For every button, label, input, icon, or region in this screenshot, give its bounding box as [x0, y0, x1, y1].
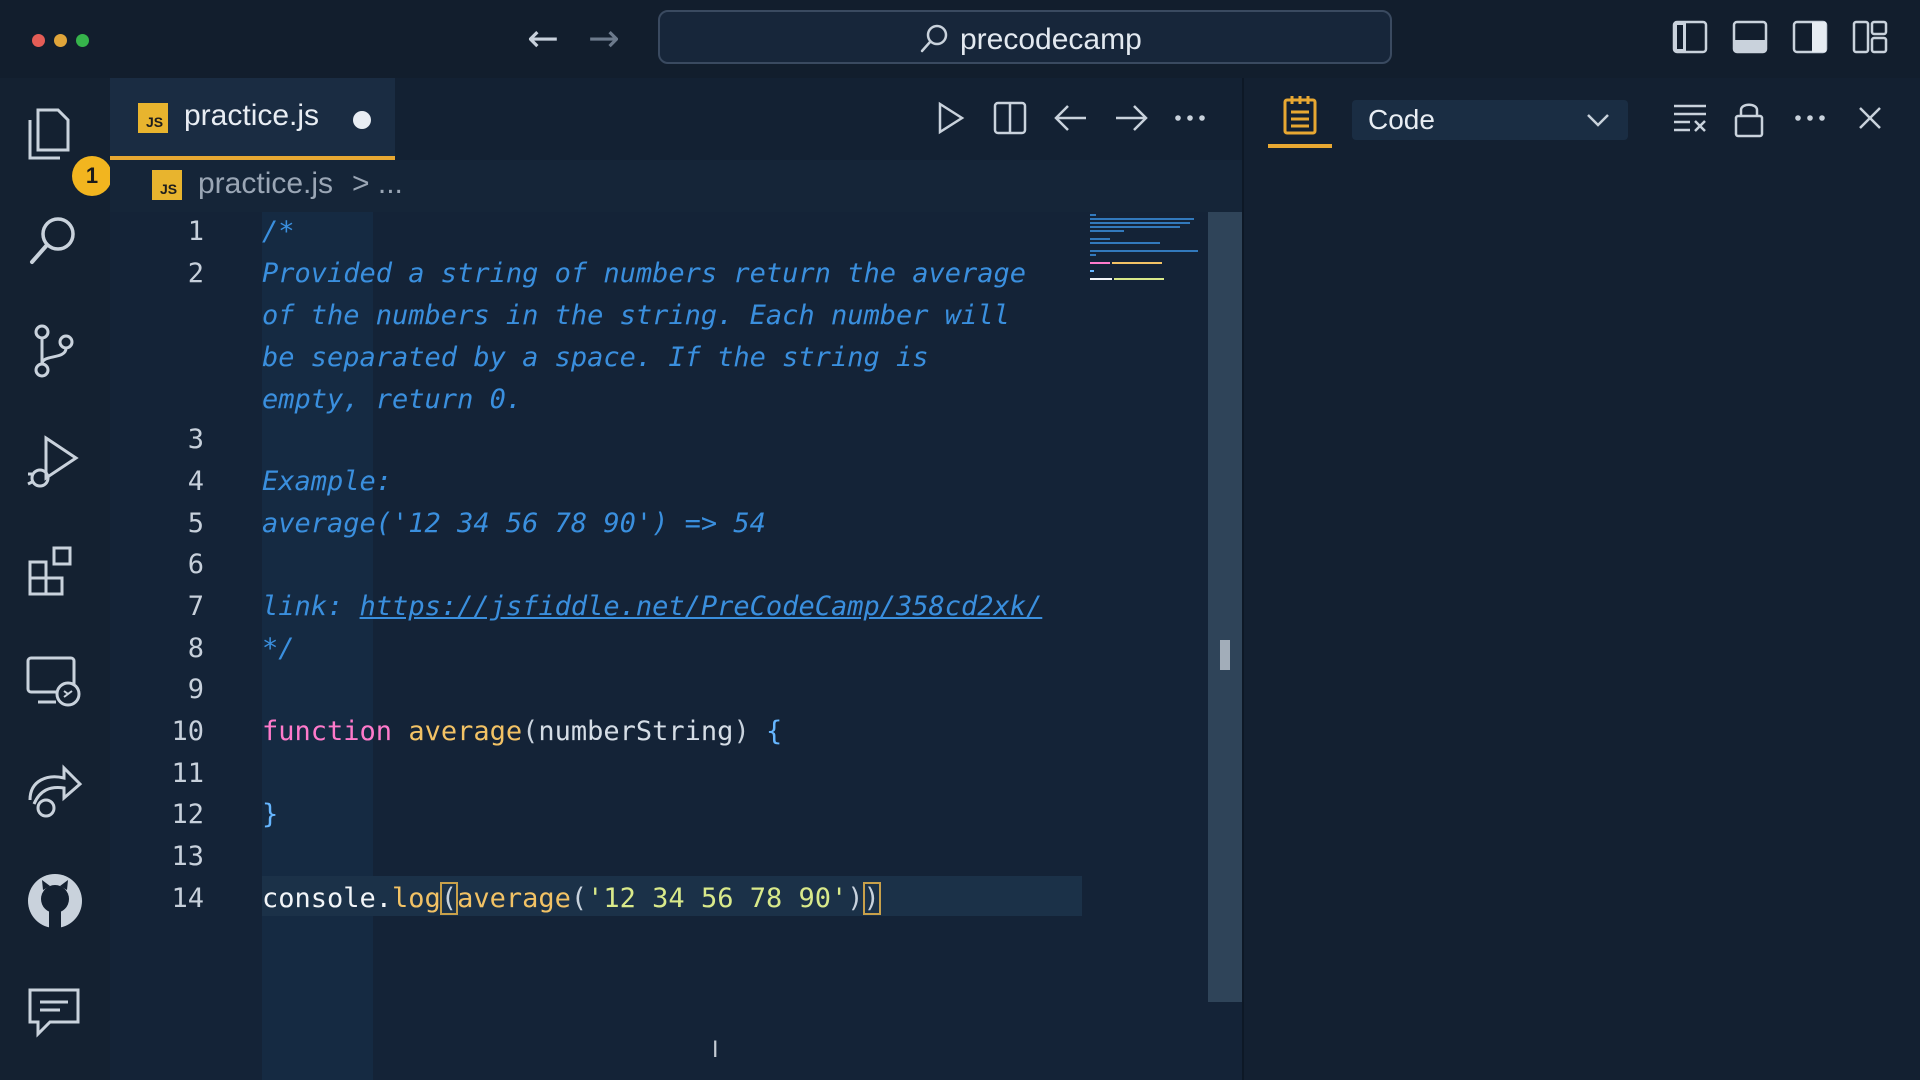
title-bar: ← → precodecamp — [0, 0, 1920, 78]
lock-scroll-icon[interactable] — [1732, 100, 1766, 138]
code-line: function average(numberString) { — [262, 716, 783, 747]
javascript-file-icon: JS — [138, 103, 168, 133]
parameter: numberString — [538, 716, 734, 747]
line-number: 7 — [187, 591, 204, 622]
code-line-wrapped: of the numbers in the string. Each numbe… — [262, 300, 1010, 331]
vertical-scrollbar[interactable] — [1208, 212, 1242, 1002]
chat-icon[interactable] — [24, 980, 86, 1042]
string-literal: '12 34 56 78 90' — [587, 883, 848, 914]
line-number: 6 — [187, 549, 204, 580]
more-actions-icon[interactable] — [1172, 100, 1208, 136]
customize-layout-icon[interactable] — [1852, 20, 1888, 54]
line-number: 4 — [187, 466, 204, 497]
maximize-window-button[interactable] — [76, 34, 89, 47]
line-number: 1 — [187, 216, 204, 247]
github-icon[interactable] — [24, 870, 86, 932]
activity-bar: 1 — [0, 78, 112, 1080]
go-forward-icon[interactable]: → — [588, 18, 620, 58]
scrollbar-marker — [1220, 640, 1230, 670]
line-number: 12 — [171, 799, 204, 830]
line-number: 2 — [187, 258, 204, 289]
minimap[interactable] — [1088, 212, 1200, 302]
search-text: precodecamp — [960, 23, 1142, 56]
text-cursor-icon: I — [712, 1038, 719, 1063]
remote-explorer-icon[interactable] — [24, 650, 86, 712]
open-brace: { — [765, 716, 783, 747]
object-name: console. — [262, 883, 393, 914]
unsaved-changes-dot[interactable] — [353, 111, 371, 129]
navigate-back-icon[interactable] — [1052, 100, 1090, 136]
line-number: 14 — [171, 883, 204, 914]
javascript-file-icon: JS — [152, 170, 182, 200]
close-window-button[interactable] — [32, 34, 45, 47]
close-panel-icon[interactable] — [1854, 100, 1886, 136]
line-number: 9 — [187, 674, 204, 705]
editor-tab-bar: JS practice.js — [110, 78, 1242, 160]
secondary-side-panel: Code — [1242, 78, 1920, 1080]
notepad-tab[interactable] — [1268, 78, 1332, 148]
explorer-badge: 1 — [72, 156, 112, 196]
code-line: console.log(average('12 34 56 78 90')) — [262, 882, 881, 915]
toggle-primary-sidebar-icon[interactable] — [1672, 20, 1708, 54]
code-line: Example: — [262, 466, 393, 497]
code-line: */ — [262, 633, 295, 664]
breadcrumb: JS practice.js > ... — [110, 160, 1242, 212]
tab-practice-js[interactable]: JS practice.js — [110, 78, 395, 160]
select-value: Code — [1368, 104, 1435, 135]
function-call: average — [457, 883, 571, 914]
command-center-search[interactable]: precodecamp — [658, 10, 1392, 64]
line-number: 3 — [187, 424, 204, 455]
extensions-icon[interactable] — [24, 540, 86, 602]
line-number: 11 — [171, 758, 204, 789]
go-back-icon[interactable]: ← — [527, 18, 559, 58]
navigate-forward-icon[interactable] — [1112, 100, 1150, 136]
output-channel-select[interactable]: Code — [1352, 100, 1628, 140]
breadcrumb-file[interactable]: practice.js — [198, 167, 333, 201]
code-line: /* — [262, 216, 295, 247]
search-icon — [920, 24, 948, 53]
more-actions-icon[interactable] — [1792, 100, 1828, 136]
run-icon[interactable] — [932, 100, 968, 136]
search-view-icon[interactable] — [24, 210, 86, 272]
live-share-icon[interactable] — [24, 760, 86, 822]
tab-label: practice.js — [184, 99, 320, 132]
code-line: average('12 34 56 78 90') => 54 — [262, 508, 766, 539]
line-number: 13 — [171, 841, 204, 872]
method-name: log — [392, 883, 441, 914]
code-line: link: https://jsfiddle.net/PreCodeCamp/3… — [262, 591, 1042, 622]
clear-output-icon[interactable] — [1670, 100, 1710, 136]
jsfiddle-link[interactable]: https://jsfiddle.net/PreCodeCamp/358cd2x… — [360, 591, 1043, 622]
function-name: average — [408, 716, 523, 747]
line-number: 10 — [171, 716, 204, 747]
toggle-panel-icon[interactable] — [1732, 20, 1768, 54]
line-number: 5 — [187, 508, 204, 539]
source-control-icon[interactable] — [24, 320, 86, 382]
keyword: function — [262, 716, 393, 747]
line-number: 8 — [187, 633, 204, 664]
notepad-icon — [1283, 96, 1317, 135]
code-line: Provided a string of numbers return the … — [262, 258, 1027, 289]
explorer-icon[interactable]: 1 — [24, 100, 112, 196]
minimize-window-button[interactable] — [54, 34, 67, 47]
toggle-secondary-sidebar-icon[interactable] — [1792, 20, 1828, 54]
code-line-wrapped: be separated by a space. If the string i… — [262, 342, 929, 373]
split-editor-icon[interactable] — [992, 100, 1028, 136]
code-editor[interactable]: 1 /* 2 Provided a string of numbers retu… — [110, 212, 1242, 1080]
breadcrumb-symbols[interactable]: > ... — [352, 167, 403, 201]
chevron-down-icon — [1587, 114, 1609, 127]
code-line-wrapped: empty, return 0. — [262, 384, 523, 415]
run-and-debug-icon[interactable] — [24, 430, 86, 492]
close-brace: } — [262, 799, 279, 830]
link-label: link: — [262, 591, 360, 622]
